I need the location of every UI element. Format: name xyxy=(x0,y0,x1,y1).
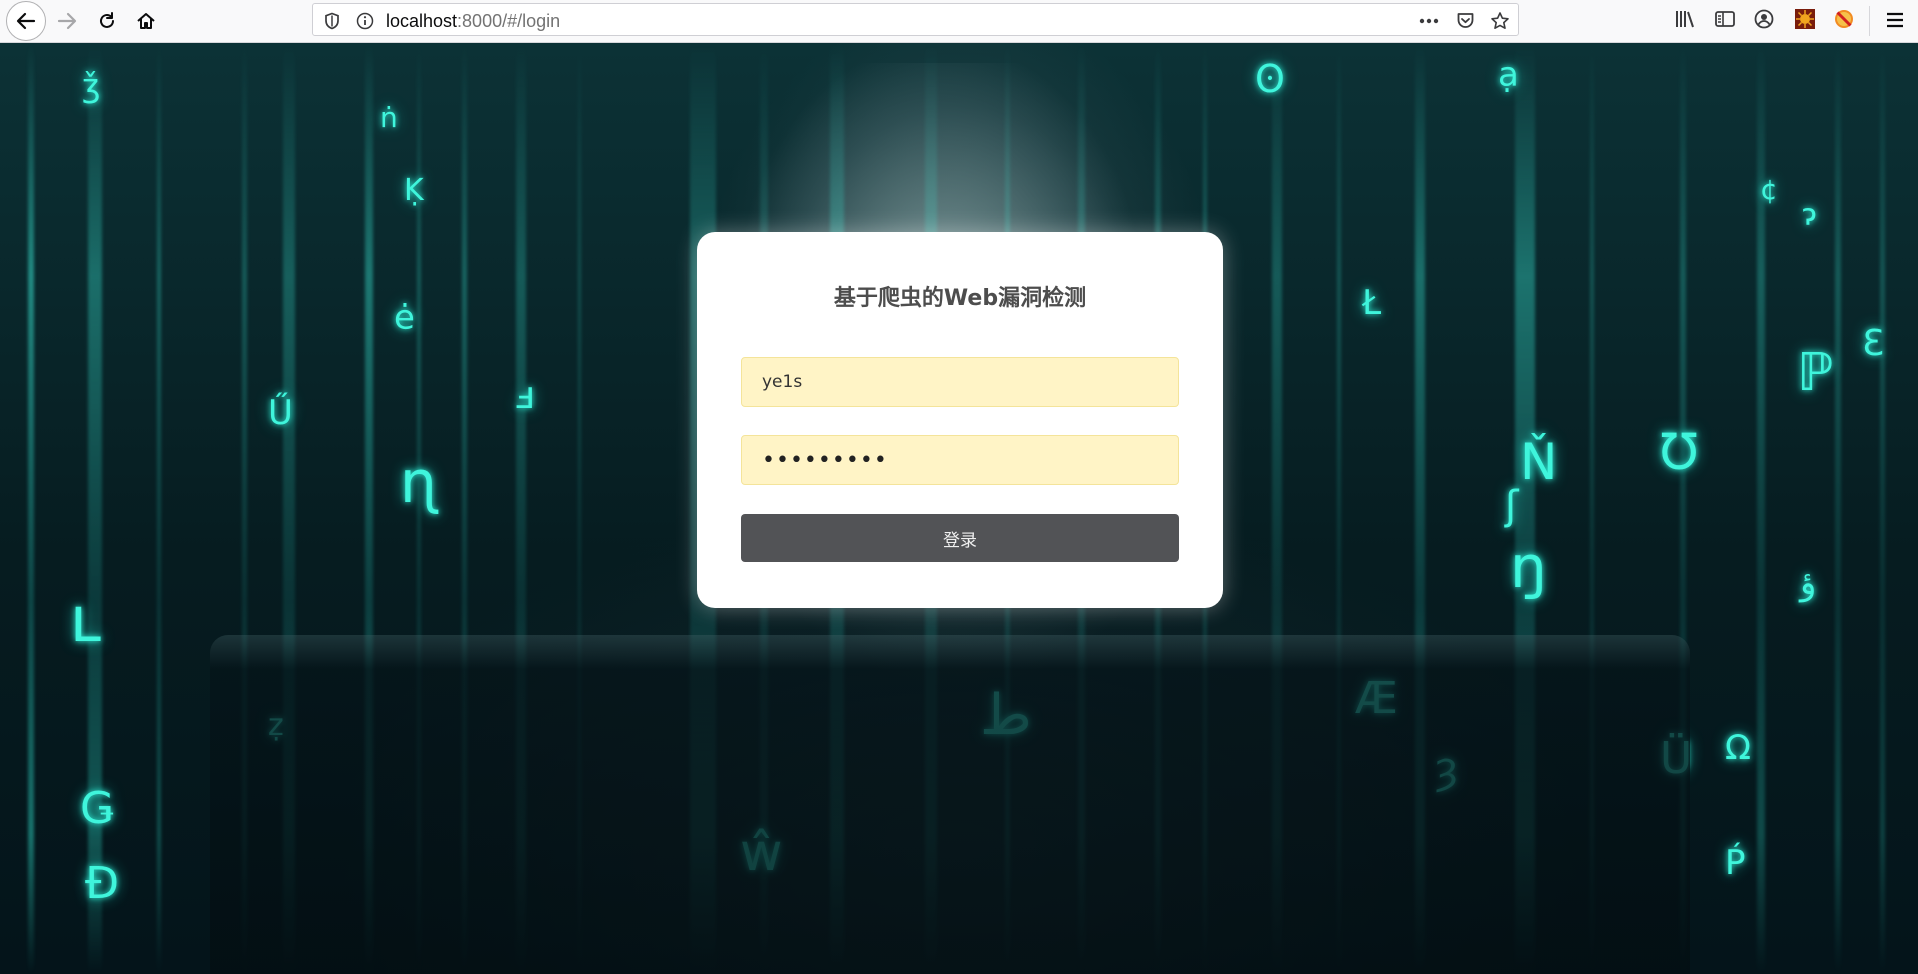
browser-toolbar: localhost:8000/#/login xyxy=(0,0,1918,43)
bookmark-star-icon[interactable] xyxy=(1490,11,1510,31)
reload-button[interactable] xyxy=(92,6,122,36)
url-text[interactable]: localhost:8000/#/login xyxy=(386,11,560,32)
back-button[interactable] xyxy=(6,1,46,41)
matrix-streak xyxy=(157,43,161,974)
reload-icon xyxy=(100,12,114,28)
matrix-glyph: ɂ xyxy=(1802,198,1817,233)
url-bar[interactable]: localhost:8000/#/login xyxy=(312,3,1519,36)
matrix-glyph: ạ xyxy=(1498,55,1519,95)
password-input[interactable] xyxy=(741,435,1179,485)
matrix-glyph: Ɛ xyxy=(1862,323,1885,364)
matrix-glyph: Ł xyxy=(1362,283,1382,323)
login-title: 基于爬虫的Web漏洞检测 xyxy=(833,286,1087,311)
login-card: 基于爬虫的Web漏洞检测 登录 xyxy=(697,232,1223,608)
matrix-glyph: Ǥ xyxy=(80,783,115,834)
extension-icon[interactable] xyxy=(1794,8,1816,30)
info-icon[interactable] xyxy=(356,12,374,30)
home-button[interactable] xyxy=(131,6,161,36)
matrix-glyph: Ω xyxy=(1725,728,1751,768)
matrix-glyph: ⅎ xyxy=(515,373,536,417)
matrix-glyph: ʟ xyxy=(70,583,102,656)
matrix-glyph: ℙ xyxy=(1797,343,1834,403)
username-input[interactable] xyxy=(741,357,1179,407)
matrix-glyph: ʘ xyxy=(1255,57,1285,101)
matrix-streak xyxy=(28,43,34,974)
toolbar-divider xyxy=(1869,6,1870,36)
matrix-glyph: Ʊ xyxy=(1660,423,1699,481)
matrix-streak xyxy=(1880,43,1885,974)
arrow-right-icon xyxy=(57,12,77,30)
matrix-glyph: Ň xyxy=(1520,433,1558,491)
matrix-glyph: ¢ xyxy=(1760,173,1778,206)
matrix-glyph: ؤ xyxy=(1800,563,1817,603)
menu-icon[interactable] xyxy=(1885,10,1905,30)
account-icon[interactable] xyxy=(1753,8,1775,30)
matrix-glyph: ŋ xyxy=(1510,533,1547,601)
url-path: :8000/#/login xyxy=(457,11,561,31)
matrix-streak xyxy=(1835,43,1841,974)
matrix-glyph: ʃ xyxy=(1505,483,1519,529)
matrix-glyph: ė xyxy=(394,298,415,338)
matrix-glyph: Ṕ xyxy=(1725,843,1746,883)
shield-icon[interactable] xyxy=(323,12,341,30)
matrix-glyph: Đ xyxy=(85,858,120,909)
login-button[interactable]: 登录 xyxy=(741,514,1179,562)
pocket-icon[interactable] xyxy=(1456,11,1475,30)
matrix-glyph: ǯ xyxy=(82,67,101,105)
more-actions-icon[interactable] xyxy=(1419,18,1439,24)
home-icon xyxy=(137,13,155,29)
matrix-streak xyxy=(88,43,102,974)
desk-shadow xyxy=(210,635,1690,974)
matrix-glyph: ɳ xyxy=(400,448,438,516)
matrix-glyph: ṅ xyxy=(380,101,398,134)
ad-block-icon[interactable] xyxy=(1833,8,1855,30)
sidebar-icon[interactable] xyxy=(1714,8,1736,30)
forward-button[interactable] xyxy=(52,6,82,36)
url-host: localhost xyxy=(386,11,458,31)
matrix-glyph: Ḳ xyxy=(404,173,424,208)
matrix-glyph: Ű xyxy=(268,393,293,433)
library-icon[interactable] xyxy=(1674,8,1696,30)
arrow-left-icon xyxy=(16,12,36,30)
